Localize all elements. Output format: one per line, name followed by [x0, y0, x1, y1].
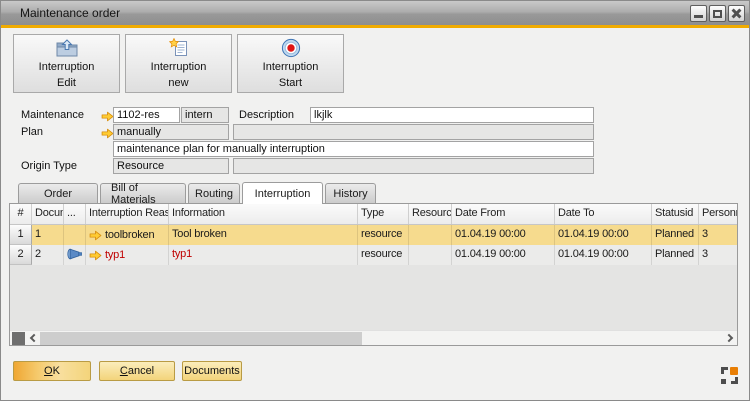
- minimize-button[interactable]: [690, 5, 707, 22]
- interruption-edit-button[interactable]: Interruption Edit: [13, 34, 120, 93]
- cell-date-from: 01.04.19 00:00: [452, 245, 555, 265]
- maintenance-label: Maintenance: [21, 109, 84, 121]
- row-number[interactable]: 2: [10, 245, 32, 265]
- cell-indicator: [64, 225, 86, 245]
- cell-statusid: Planned: [652, 225, 699, 245]
- ok-button[interactable]: OK: [13, 361, 91, 381]
- plan-label: Plan: [21, 126, 43, 138]
- tab-bar: Order Bill of Materials Routing Interrup…: [18, 182, 376, 203]
- cell-reason: toolbroken: [86, 225, 169, 245]
- cell-statusid: Planned: [652, 245, 699, 265]
- reason-text: typ1: [105, 249, 125, 261]
- column-header-ellipsis[interactable]: ...: [64, 204, 86, 224]
- cell-reason: typ1: [86, 245, 169, 265]
- tab-routing[interactable]: Routing: [188, 183, 240, 203]
- column-header-document[interactable]: Docum: [32, 204, 64, 224]
- column-header-information[interactable]: Information: [169, 204, 358, 224]
- title-bar[interactable]: Maintenance order: [1, 1, 749, 25]
- table-row[interactable]: 1 1 toolbroken Tool broken resource 01.0…: [10, 225, 737, 245]
- toolbar-label: Interruption: [151, 61, 207, 74]
- cell-information: Tool broken: [169, 225, 358, 245]
- column-header-date-to[interactable]: Date To: [555, 204, 652, 224]
- origin-type-extra-field: [233, 158, 594, 174]
- cell-date-to: 01.04.19 00:00: [555, 245, 652, 265]
- documents-button[interactable]: Documents: [182, 361, 242, 381]
- toolbar-label: Interruption: [263, 61, 319, 74]
- row-number[interactable]: 1: [10, 225, 32, 245]
- resize-handle-icon[interactable]: [721, 367, 738, 384]
- toolbar-label: Interruption: [39, 61, 95, 74]
- new-document-icon: [169, 37, 189, 58]
- column-header-type[interactable]: Type: [358, 204, 409, 224]
- cell-date-to: 01.04.19 00:00: [555, 225, 652, 245]
- column-header-reason[interactable]: Interruption Reaso: [86, 204, 169, 224]
- cell-personnel: 3: [699, 225, 737, 245]
- close-icon: [731, 8, 742, 19]
- tab-bill-of-materials[interactable]: Bill of Materials: [100, 183, 186, 203]
- cell-personnel: 3: [699, 245, 737, 265]
- megaphone-icon[interactable]: [67, 248, 83, 263]
- close-button[interactable]: [728, 5, 745, 22]
- chevron-left-icon: [29, 334, 37, 342]
- plan-note-field: maintenance plan for manually interrupti…: [113, 141, 594, 157]
- maximize-button[interactable]: [709, 5, 726, 22]
- column-header-num[interactable]: #: [10, 204, 32, 224]
- folder-upload-icon: [55, 37, 79, 58]
- plan-field: manually: [113, 124, 229, 140]
- cell-information: typ1: [169, 245, 358, 265]
- column-header-personnel[interactable]: Personn: [699, 204, 737, 224]
- description-input[interactable]: lkjlk: [310, 107, 594, 123]
- origin-type-label: Origin Type: [21, 160, 77, 172]
- reason-text: toolbroken: [105, 229, 154, 241]
- accent-line: [1, 25, 749, 28]
- column-header-resource[interactable]: Resource: [409, 204, 452, 224]
- maintenance-order-window: Maintenance order Interruption Edit Inte…: [0, 0, 750, 401]
- maintenance-type-field: intern: [181, 107, 229, 123]
- column-header-statusid[interactable]: Statusid: [652, 204, 699, 224]
- record-start-icon: [281, 37, 301, 58]
- table-empty-area: [10, 265, 737, 330]
- cell-document: 2: [32, 245, 64, 265]
- tab-order[interactable]: Order: [18, 183, 98, 203]
- link-arrow-icon[interactable]: [89, 250, 102, 261]
- scrollbar-thumb[interactable]: [40, 332, 362, 345]
- horizontal-scrollbar: [10, 330, 737, 345]
- toolbar-label: Start: [279, 77, 302, 90]
- toolbar-label: new: [168, 77, 188, 90]
- chevron-right-icon: [724, 334, 732, 342]
- cell-type: resource: [358, 245, 409, 265]
- plan-extra-field: [233, 124, 594, 140]
- scroll-left-button[interactable]: [25, 332, 40, 345]
- column-header-date-from[interactable]: Date From: [452, 204, 555, 224]
- cell-type: resource: [358, 225, 409, 245]
- cell-resource: [409, 225, 452, 245]
- minimize-icon: [694, 15, 703, 18]
- cell-indicator: [64, 245, 86, 265]
- table-row[interactable]: 2 2 typ1 typ1 resource 01: [10, 245, 737, 265]
- origin-type-field: Resource: [113, 158, 229, 174]
- cell-date-from: 01.04.19 00:00: [452, 225, 555, 245]
- cancel-button[interactable]: Cancel: [99, 361, 175, 381]
- tab-interruption[interactable]: Interruption: [242, 182, 323, 204]
- cell-resource: [409, 245, 452, 265]
- scrollbar-track[interactable]: [362, 332, 722, 345]
- link-arrow-icon[interactable]: [89, 230, 102, 241]
- tab-history[interactable]: History: [325, 183, 376, 203]
- scrollbar-corner: [12, 332, 25, 345]
- interruption-start-button[interactable]: Interruption Start: [237, 34, 344, 93]
- toolbar-label: Edit: [57, 77, 76, 90]
- cell-document: 1: [32, 225, 64, 245]
- scroll-right-button[interactable]: [722, 332, 737, 345]
- maintenance-code-input[interactable]: 1102-res: [113, 107, 180, 123]
- interruption-table: # Docum ... Interruption Reaso Informati…: [9, 203, 738, 346]
- description-label: Description: [239, 109, 294, 121]
- maximize-icon: [713, 10, 722, 18]
- window-title: Maintenance order: [20, 6, 120, 20]
- table-header-row: # Docum ... Interruption Reaso Informati…: [10, 204, 737, 225]
- interruption-new-button[interactable]: Interruption new: [125, 34, 232, 93]
